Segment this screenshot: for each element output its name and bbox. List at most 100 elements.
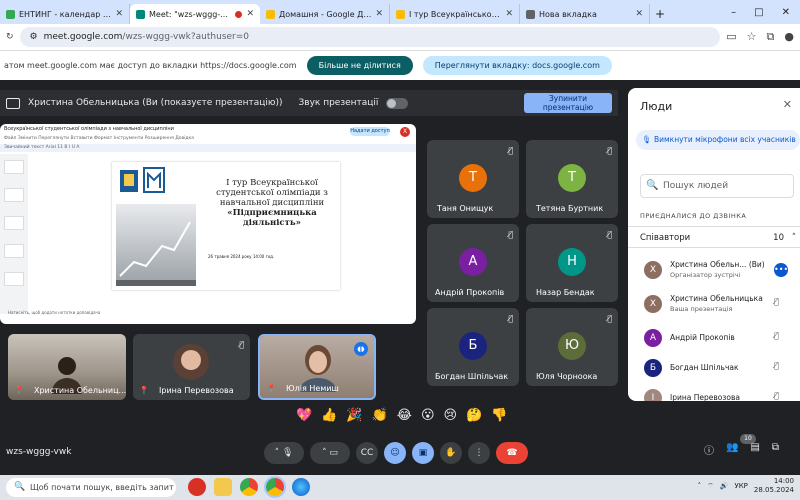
mic-off-icon[interactable]: 🎙̸ [774, 331, 779, 340]
captions-button[interactable]: CC [356, 442, 378, 464]
tab-close-icon[interactable]: ✕ [375, 9, 383, 19]
mic-off-icon: 🎙̸ [508, 230, 513, 239]
system-tray: ˄ ⌔ 🔊 УКР 14:00 28.05.2024 [698, 477, 794, 495]
taskbar-search-input[interactable]: 🔍 Щоб почати пошук, введіть запит тут [6, 478, 176, 497]
minimize-button[interactable]: – [731, 7, 736, 18]
people-list-item[interactable]: І Ірина Перевозова 🎙̸ [644, 384, 800, 401]
pin-icon[interactable]: 📍 [14, 386, 24, 395]
mic-off-icon: 🎙̸ [508, 314, 513, 323]
slide-thumbnail [4, 160, 24, 174]
site-info-icon[interactable]: ⚙ [30, 32, 38, 42]
tab-close-icon[interactable]: ✕ [115, 9, 123, 19]
pin-icon[interactable]: 📍 [139, 386, 149, 395]
new-tab-button[interactable]: + [650, 4, 670, 24]
tab-close-icon[interactable]: ✕ [635, 9, 643, 19]
tab-sharing-notice: атом meet.google.com має доступ до вклад… [0, 50, 800, 80]
mute-all-label: Вимкнути мікрофони всіх учасників [654, 135, 796, 144]
switch-to-tab-button[interactable]: Переглянути вкладку: docs.google.com [422, 56, 612, 75]
stop-presenting-button[interactable]: Зупинити презентацію [524, 93, 612, 113]
speaker-notes: Натисніть, щоб додати нотатки доповідача [8, 310, 101, 315]
people-list-item[interactable]: А Андрій Прокопів 🎙̸ [644, 324, 800, 354]
raise-hand-button[interactable]: ✋ [440, 442, 462, 464]
mute-all-button[interactable]: 🎙 Вимкнути мікрофони всіх учасників [636, 130, 800, 150]
volume-icon[interactable]: 🔊 [720, 482, 729, 490]
search-people-input[interactable]: 🔍 Пошук людей [640, 174, 794, 198]
browser-tab-3[interactable]: I тур Всеукраїнської студе ✕ [390, 4, 520, 24]
reaction-thumbs-up-icon[interactable]: 👍 [321, 408, 337, 423]
reaction-sad-icon[interactable]: 😢 [444, 408, 458, 423]
person-name: Ірина Перевозова [670, 393, 740, 401]
reaction-surprised-icon[interactable]: 😮 [421, 408, 435, 423]
extensions-icon[interactable]: ⧉ [767, 30, 775, 44]
language-indicator[interactable]: УКР [734, 482, 747, 490]
address-bar: ↻ ⚙ meet.google.com/wzs-wggg-vwk?authuse… [0, 24, 800, 50]
people-icon[interactable]: 👥 [726, 442, 738, 457]
participant-tile[interactable]: Б 🎙̸ Богдан Шпільчак [427, 308, 519, 386]
file-explorer-icon[interactable] [214, 478, 232, 496]
participant-tile[interactable]: 📍 Христина Обельниц... [8, 334, 126, 400]
reaction-clap-icon[interactable]: 👏 [372, 408, 388, 423]
chrome-icon[interactable] [240, 478, 258, 496]
taskbar-apps [188, 478, 310, 496]
edge-icon[interactable] [292, 478, 310, 496]
bookmark-star-icon[interactable]: ☆ [747, 30, 757, 44]
reaction-heart-icon[interactable]: 💖 [296, 408, 312, 423]
browser-tab-0[interactable]: ЕНТИНГ - календар - Депар ✕ [0, 4, 130, 24]
mic-off-icon[interactable]: 🎙̸ [774, 297, 779, 306]
present-button[interactable]: ▣ [412, 442, 434, 464]
mic-off-icon[interactable]: 🎙̸ [774, 391, 779, 400]
chevron-up-icon[interactable]: ˄ [792, 227, 796, 249]
info-icon[interactable]: ⓘ [704, 442, 714, 457]
reactions-button[interactable]: ☺ [384, 442, 406, 464]
profile-icon[interactable]: ● [784, 30, 794, 44]
browser-tab-4[interactable]: Нова вкладка ✕ [520, 4, 650, 24]
tab-title: Нова вкладка [539, 9, 597, 19]
participant-tile[interactable]: Т 🎙̸ Тетяна Буртник [526, 140, 618, 218]
clock[interactable]: 14:00 28.05.2024 [754, 477, 794, 495]
mic-off-icon[interactable]: 🎙̸ [774, 361, 779, 370]
people-list-item[interactable]: Х Христина Обельн... (Ви) Організатор зу… [644, 256, 800, 286]
pin-icon[interactable]: 📍 [266, 384, 276, 393]
participant-tile[interactable]: Ю 🎙̸ Юля Чорноока [526, 308, 618, 386]
chat-icon[interactable]: ▤ [750, 442, 759, 457]
tab-favicon-icon [396, 9, 405, 19]
camera-permission-icon[interactable]: ▭ [726, 30, 736, 44]
participant-tile-active[interactable]: ◖◗ 📍 Юлія Немиш [258, 334, 376, 400]
url-field[interactable]: ⚙ meet.google.com/wzs-wggg-vwk?authuser=… [19, 27, 721, 47]
participant-tile[interactable]: А 🎙̸ Андрій Прокопів [427, 224, 519, 302]
browser-tab-1[interactable]: Meet: "wzs-wggg-vwk" ✕ [130, 4, 260, 24]
browser-tab-strip: ЕНТИНГ - календар - Депар ✕ Meet: "wzs-w… [0, 0, 800, 24]
mic-off-icon: 🎙̸ [607, 314, 612, 323]
maximize-button[interactable]: □ [754, 7, 763, 18]
reload-icon[interactable]: ↻ [6, 32, 14, 42]
leave-call-button[interactable]: ☎ [496, 442, 528, 464]
network-icon[interactable]: ⌔ [707, 482, 714, 491]
tab-close-icon[interactable]: ✕ [246, 9, 254, 19]
close-icon[interactable]: ✕ [783, 98, 792, 111]
tray-arrow-icon[interactable]: ˄ [698, 482, 702, 490]
participant-tile[interactable]: Н 🎙̸ Назар Бендак [526, 224, 618, 302]
chrome-active-icon[interactable] [266, 478, 284, 496]
reaction-party-icon[interactable]: 🎉 [346, 408, 362, 423]
contributors-group[interactable]: Співавтори 10 ˄ [628, 226, 800, 248]
doc-avatar: Х [400, 127, 410, 137]
participant-tile[interactable]: Т 🎙̸ Таня Онищук [427, 140, 519, 218]
stop-sharing-button[interactable]: Більше не ділитися [306, 56, 413, 75]
activities-icon[interactable]: ⧉ [772, 442, 779, 457]
reaction-thumbs-down-icon[interactable]: 👎 [491, 408, 507, 423]
people-list-item[interactable]: Х Христина Обельницька Ваша презентація … [644, 290, 800, 320]
reaction-thinking-icon[interactable]: 🤔 [466, 408, 482, 423]
participant-name: Ірина Перевозова [159, 386, 234, 395]
more-options-button[interactable]: ⋮ [468, 442, 490, 464]
presentation-sound-toggle[interactable] [386, 97, 409, 109]
people-list-item[interactable]: Б Богдан Шпільчак 🎙̸ [644, 354, 800, 384]
close-window-button[interactable]: ✕ [782, 7, 790, 18]
microphone-button[interactable]: ˄ 🎙 [264, 442, 304, 464]
tab-close-icon[interactable]: ✕ [505, 9, 513, 19]
opera-icon[interactable] [188, 478, 206, 496]
camera-button[interactable]: ˄ ▭ [310, 442, 350, 464]
participant-tile[interactable]: 🎙̸ 📍 Ірина Перевозова [133, 334, 250, 400]
reaction-laugh-icon[interactable]: 😂 [397, 408, 412, 423]
more-options-icon[interactable]: ••• [774, 263, 788, 277]
browser-tab-2[interactable]: Домашня - Google Диск ✕ [260, 4, 390, 24]
